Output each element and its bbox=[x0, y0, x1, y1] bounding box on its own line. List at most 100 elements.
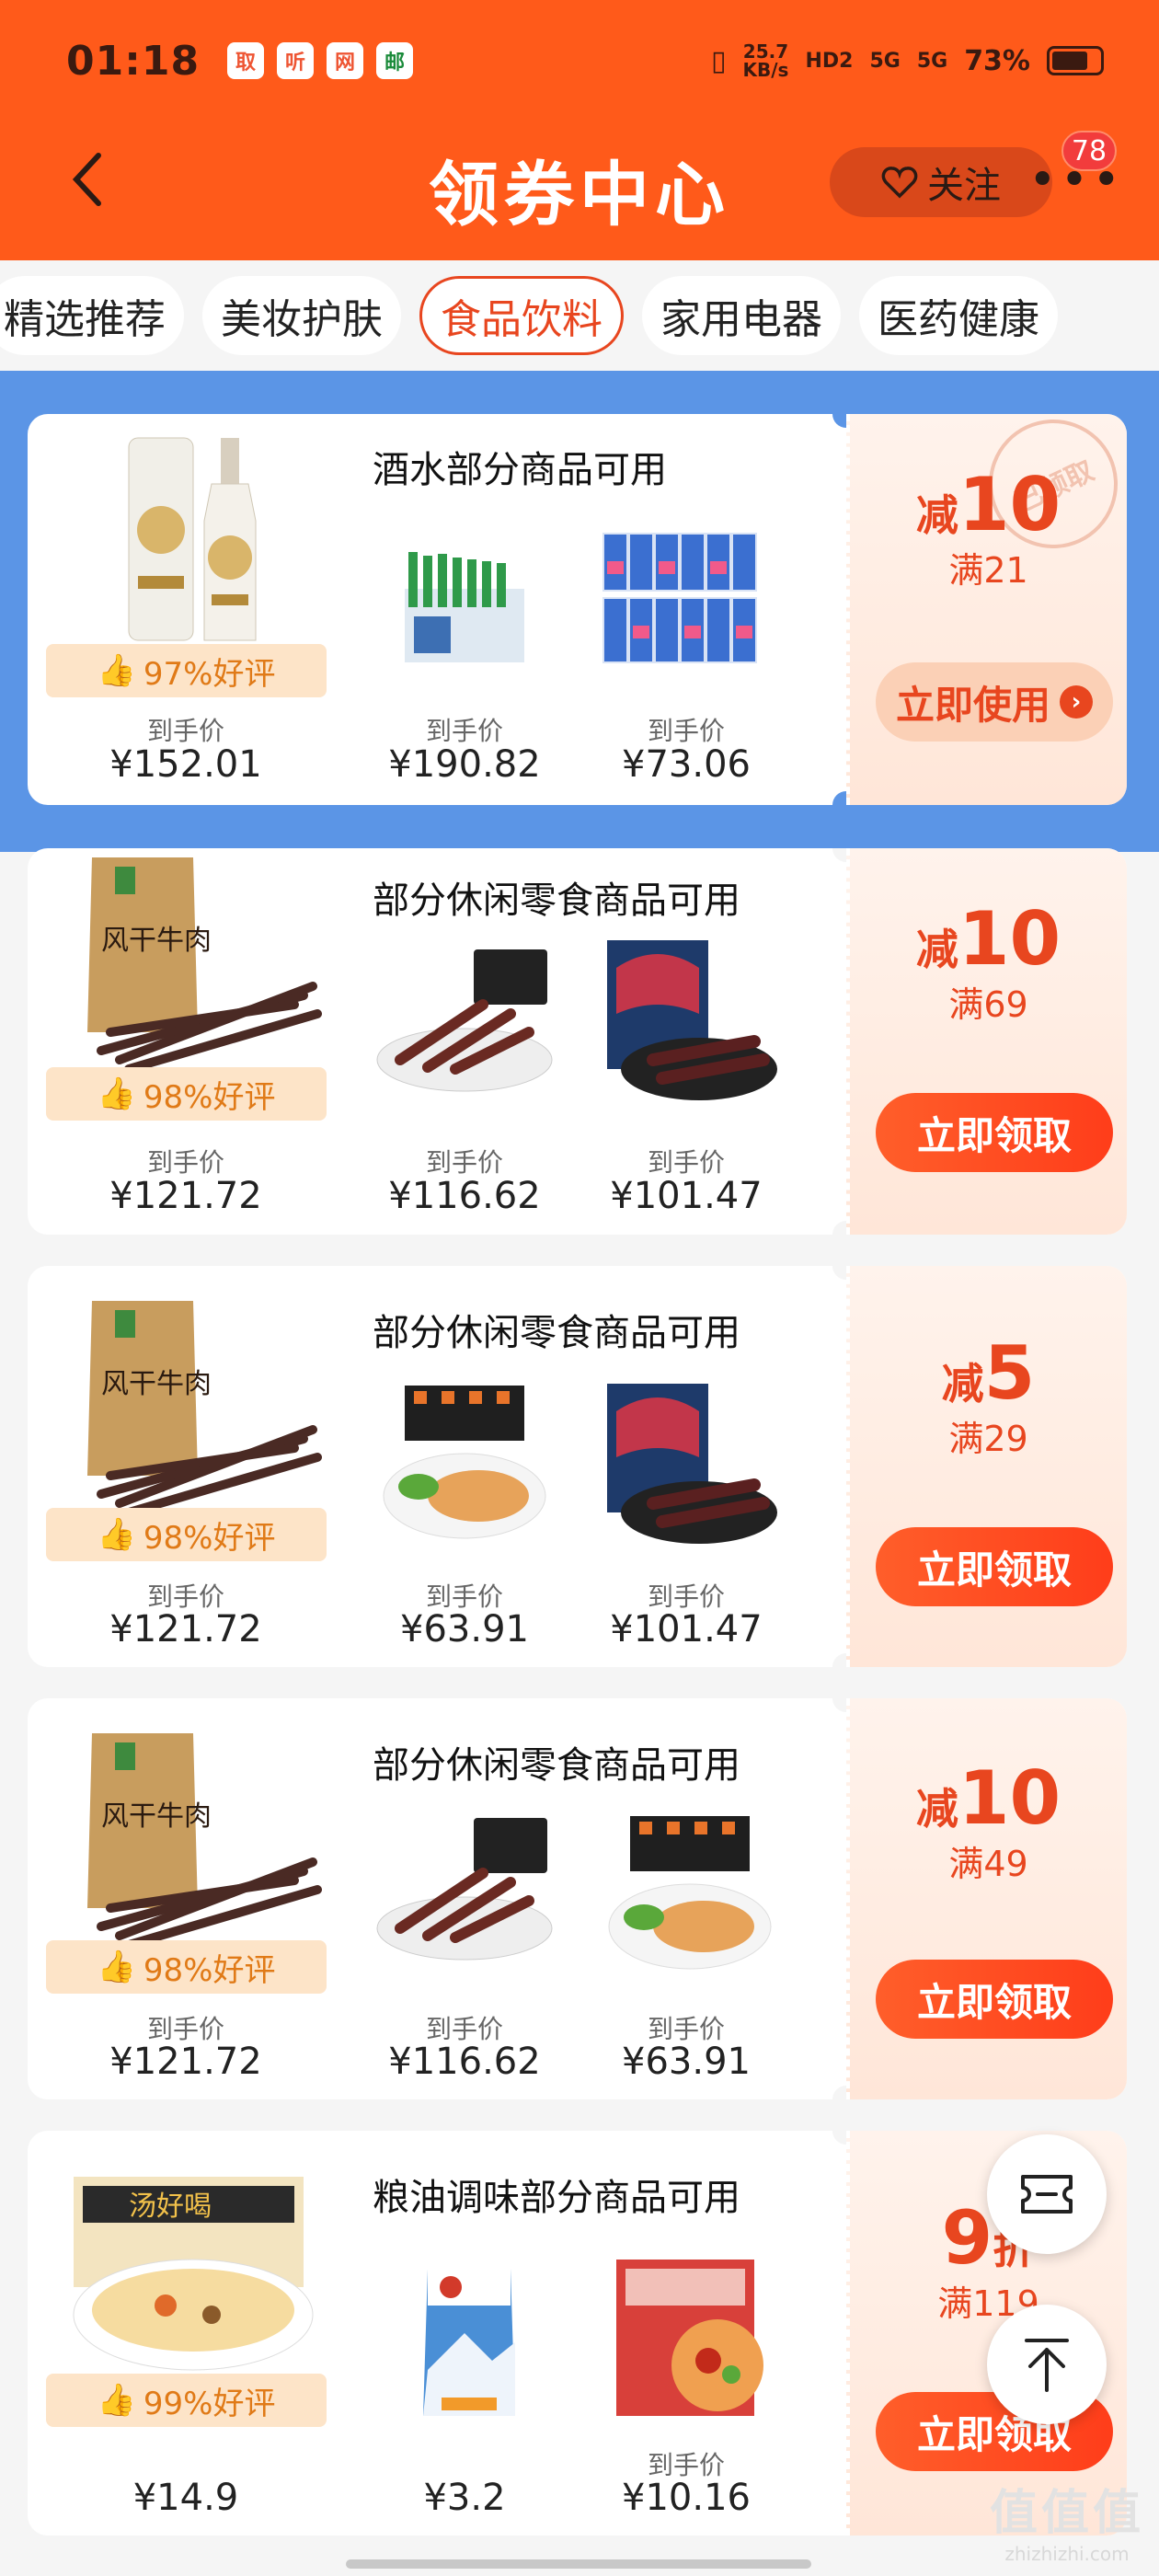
notification-app-icon: 取 bbox=[227, 42, 265, 79]
thumbs-up-icon: 👍 bbox=[97, 2382, 136, 2419]
tab-beauty[interactable]: 美妆护肤 bbox=[202, 276, 401, 355]
rice-noodle-bag-icon bbox=[607, 2260, 782, 2416]
chicken-breast-icon bbox=[377, 1386, 552, 1542]
coupon-products: 风干牛肉 👍 98%好评 到手价 ¥121.72 部分休闲零食商品可用 到手价 … bbox=[28, 1698, 837, 2099]
discount-threshold: 满21 bbox=[948, 550, 1028, 591]
noodle-bowl-icon: 汤好喝 bbox=[55, 2177, 331, 2379]
status-app-icons: 取 听 网 邮 bbox=[227, 42, 414, 79]
discount-value: 10 bbox=[958, 462, 1061, 547]
product-price: ¥121.72 bbox=[109, 1608, 262, 1650]
salt-pouch-icon bbox=[409, 2260, 529, 2425]
rating-badge: 👍 99%好评 bbox=[46, 2374, 327, 2427]
claim-now-button[interactable]: 立即领取 bbox=[876, 1093, 1113, 1172]
product-price: ¥73.06 bbox=[622, 743, 751, 786]
network-speed: 25.7 KB/s bbox=[743, 42, 789, 79]
rating-text: 99%好评 bbox=[143, 2385, 276, 2422]
coupon-condition: 部分休闲零食商品可用 bbox=[373, 1744, 740, 1787]
soju-crate-icon bbox=[396, 543, 534, 672]
notification-app-icon: 邮 bbox=[376, 42, 414, 79]
notification-app-icon: 网 bbox=[327, 42, 364, 79]
discount-prefix: 减 bbox=[915, 925, 958, 974]
home-indicator[interactable] bbox=[346, 2559, 811, 2569]
rating-badge: 👍 98%好评 bbox=[46, 1940, 327, 1994]
notification-badge: 78 bbox=[1061, 131, 1117, 171]
discount-amount: 减10 满49 bbox=[850, 1755, 1127, 1886]
coupon-ticket-float-button[interactable] bbox=[987, 2134, 1107, 2254]
discount-value: 10 bbox=[958, 896, 1061, 982]
price-label: 到手价 bbox=[647, 716, 725, 746]
beef-jerky-plate-icon bbox=[373, 949, 557, 1097]
price-label: 到手价 bbox=[146, 1147, 224, 1178]
discount-threshold: 满69 bbox=[948, 984, 1028, 1025]
use-now-button[interactable]: 立即使用 › bbox=[876, 662, 1113, 742]
beef-jerky-bag-icon: 风干牛肉 bbox=[64, 1292, 322, 1522]
product-price: ¥190.82 bbox=[388, 743, 541, 786]
product-price: ¥152.01 bbox=[109, 743, 262, 786]
rating-text: 98%好评 bbox=[143, 1519, 276, 1557]
follow-label: 关注 bbox=[927, 165, 1001, 207]
heart-plus-icon bbox=[881, 167, 918, 199]
beef-jerky-bag-icon: 风干牛肉 bbox=[64, 848, 322, 1078]
coupon-card[interactable]: 风干牛肉 👍 98%好评 到手价 ¥121.72 部分休闲零食商品可用 到手价 … bbox=[28, 1698, 1127, 2099]
notification-app-icon: 听 bbox=[277, 42, 315, 79]
tab-recommended[interactable]: 精选推荐 bbox=[0, 276, 184, 355]
follow-button[interactable]: 关注 bbox=[830, 147, 1052, 217]
watermark-url: zhizhizhi.com bbox=[1004, 2543, 1130, 2565]
svg-text:风干牛肉: 风干牛肉 bbox=[101, 1368, 212, 1400]
coupon-card[interactable]: 风干牛肉 👍 98%好评 到手价 ¥121.72 部分休闲零食商品可用 到手价 … bbox=[28, 848, 1127, 1235]
discount-amount: 减5 满29 bbox=[850, 1330, 1127, 1461]
jerky-package-icon bbox=[598, 940, 782, 1106]
svg-text:风干牛肉: 风干牛肉 bbox=[101, 1800, 212, 1833]
beer-cans-icon bbox=[598, 524, 773, 672]
vodka-bottle-icon bbox=[110, 429, 294, 650]
coupon-condition: 粮油调味部分商品可用 bbox=[373, 2177, 740, 2219]
jerky-package-icon bbox=[598, 1384, 782, 1549]
coupon-products: 风干牛肉 👍 98%好评 到手价 ¥121.72 部分休闲零食商品可用 到手价 … bbox=[28, 848, 837, 1235]
beef-jerky-plate-icon bbox=[373, 1818, 557, 1965]
discount-threshold: 满29 bbox=[948, 1419, 1028, 1459]
chevron-right-icon: › bbox=[1060, 685, 1093, 719]
coupon-card[interactable]: 👍 97%好评 到手价 ¥152.01 酒水部分商品可用 到手价 ¥190.82 bbox=[28, 414, 1127, 805]
coupon-card[interactable]: 汤好喝 👍 99%好评 ¥14.9 粮油调味部分商品可用 ¥3.2 到手价 ¥1… bbox=[28, 2131, 1127, 2536]
coupon-products: 风干牛肉 👍 98%好评 到手价 ¥121.72 部分休闲零食商品可用 到手价 … bbox=[28, 1266, 837, 1667]
discount-value: 10 bbox=[958, 1755, 1061, 1841]
coupon-card[interactable]: 风干牛肉 👍 98%好评 到手价 ¥121.72 部分休闲零食商品可用 到手价 … bbox=[28, 1266, 1127, 1667]
coupon-products: 汤好喝 👍 99%好评 ¥14.9 粮油调味部分商品可用 ¥3.2 到手价 ¥1… bbox=[28, 2131, 837, 2536]
rating-text: 98%好评 bbox=[143, 1951, 276, 1989]
watermark: 值值值 zhizhizhi.com bbox=[990, 2474, 1144, 2565]
product-price: ¥121.72 bbox=[109, 2041, 262, 2083]
thumbs-up-icon: 👍 bbox=[97, 652, 136, 689]
tab-health[interactable]: 医药健康 bbox=[859, 276, 1058, 355]
tab-food-drinks[interactable]: 食品饮料 bbox=[419, 276, 624, 355]
discount-prefix: 减 bbox=[941, 1359, 984, 1409]
product-price: ¥101.47 bbox=[610, 1608, 763, 1650]
coupon-offer: 减10 满49 立即领取 bbox=[846, 1698, 1127, 2099]
vibrate-icon: ▯ bbox=[710, 44, 727, 77]
product-price: ¥121.72 bbox=[109, 1175, 262, 1217]
signal-icon: 5G bbox=[869, 49, 901, 73]
category-tabs: 精选推荐 美妆护肤 食品饮料 家用电器 医药健康 bbox=[0, 260, 1159, 371]
coupon-products: 👍 97%好评 到手价 ¥152.01 酒水部分商品可用 到手价 ¥190.82 bbox=[28, 414, 837, 805]
ticket-icon bbox=[1021, 2175, 1073, 2214]
arrow-up-icon bbox=[1025, 2339, 1069, 2392]
claim-now-button[interactable]: 立即领取 bbox=[876, 1960, 1113, 2039]
discount-value: 9 bbox=[941, 2195, 993, 2281]
rating-badge: 👍 98%好评 bbox=[46, 1067, 327, 1121]
nav-bar: 领券中心 关注 ••• 78 bbox=[0, 120, 1159, 239]
chicken-breast-icon bbox=[602, 1816, 777, 1972]
price-label: 到手价 bbox=[425, 1147, 503, 1178]
button-label: 立即使用 bbox=[895, 682, 1050, 728]
netspeed-unit: KB/s bbox=[742, 59, 789, 81]
battery-icon bbox=[1047, 46, 1104, 75]
back-to-top-button[interactable] bbox=[987, 2305, 1107, 2424]
coupon-condition: 酒水部分商品可用 bbox=[373, 449, 667, 491]
tab-home-appliances[interactable]: 家用电器 bbox=[642, 276, 841, 355]
claim-now-button[interactable]: 立即领取 bbox=[876, 1527, 1113, 1606]
product-price: ¥63.91 bbox=[400, 1608, 529, 1650]
thumbs-up-icon: 👍 bbox=[97, 1516, 136, 1553]
product-price: ¥3.2 bbox=[423, 2477, 506, 2519]
product-price: ¥10.16 bbox=[622, 2477, 751, 2519]
svg-text:汤好喝: 汤好喝 bbox=[129, 2191, 212, 2223]
coupon-offer: 减5 满29 立即领取 bbox=[846, 1266, 1127, 1667]
rating-badge: 👍 97%好评 bbox=[46, 644, 327, 697]
